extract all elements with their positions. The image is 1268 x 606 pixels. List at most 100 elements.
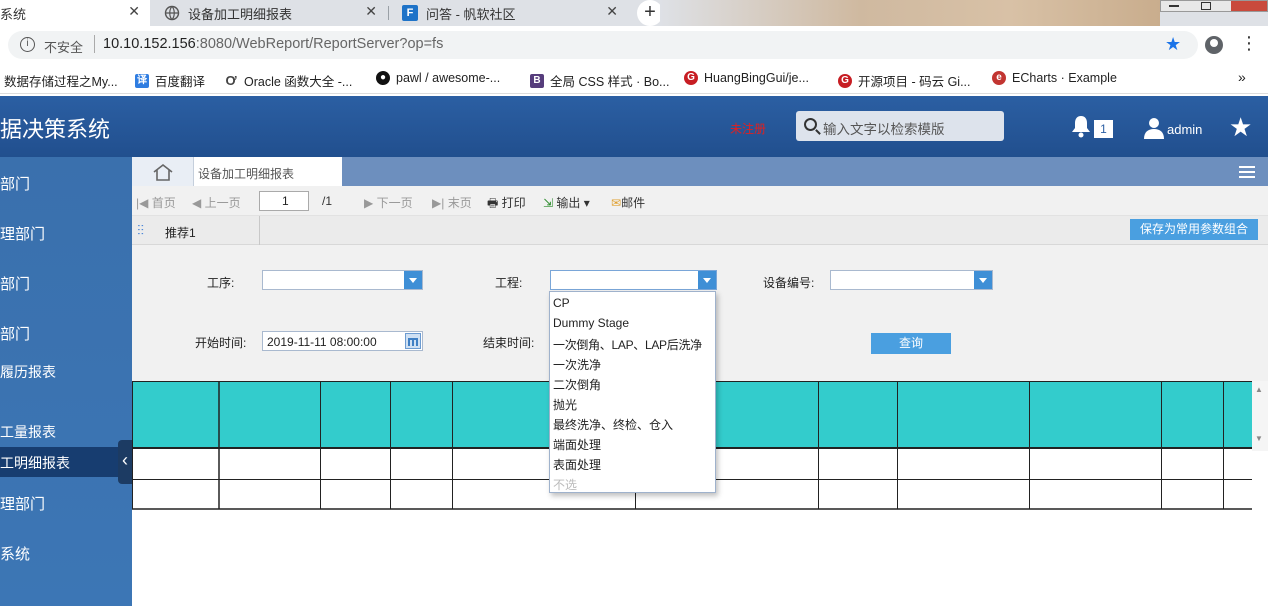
sidebar: 部门 理部门 部门 部门 履历报表 工量报表 工明细报表 理部门 系统 ‹: [0, 157, 132, 606]
email-button[interactable]: ✉邮件: [611, 194, 645, 211]
project-dropdown-list: CP Dummy Stage 一次倒角、LAP、LAP后洗净 一次洗净 二次倒角…: [549, 291, 716, 493]
report-tab-strip: 设备加工明细报表: [132, 157, 1268, 186]
sidebar-item-system[interactable]: 系统: [0, 543, 132, 565]
process-label: 工序:: [207, 276, 235, 290]
sidebar-item-dept-4[interactable]: 部门: [0, 323, 132, 345]
bookmark-item[interactable]: G 开源项目 - 码云 Gi...: [838, 71, 971, 90]
query-button[interactable]: 查询: [871, 333, 951, 354]
url-text: 10.10.152.156:8080/WebReport/ReportServe…: [103, 36, 444, 52]
sidebar-item-dept-3[interactable]: 部门: [0, 273, 132, 295]
save-param-combo-button[interactable]: 保存为常用参数组合: [1130, 219, 1258, 240]
bookmarks-bar: 数据存储过程之My... 译百度翻译 Ơ Oracle 函数大全 -... ● pa…: [0, 64, 1268, 94]
device-number-select[interactable]: [830, 270, 993, 290]
next-page-button[interactable]: ▶ 下一页: [364, 194, 413, 211]
dropdown-option[interactable]: 表面处理: [553, 456, 601, 473]
printer-icon: 🖶: [487, 196, 499, 210]
dropdown-option[interactable]: 最终洗净、终检、仓入: [553, 416, 673, 433]
template-search-input[interactable]: 输入文字以检索模版: [796, 111, 1004, 141]
tab-close-icon[interactable]: ✕: [365, 3, 377, 20]
tab-label: 系统: [0, 6, 27, 22]
tab-device-detail-report[interactable]: 设备加工明细报表: [194, 157, 342, 186]
sidebar-item-dept-2[interactable]: 理部门: [0, 223, 132, 245]
info-icon[interactable]: i: [20, 37, 35, 52]
dropdown-option[interactable]: CP: [553, 296, 570, 310]
dropdown-option[interactable]: 一次洗净: [553, 356, 601, 373]
chevron-down-icon[interactable]: [404, 271, 422, 289]
bookmark-star-icon[interactable]: ★: [1165, 34, 1181, 55]
bookmark-item[interactable]: ● pawl / awesome-...: [376, 71, 500, 85]
sidebar-item-detail-report[interactable]: 工明细报表: [0, 447, 132, 477]
oracle-icon: Ơ: [225, 72, 237, 88]
gitee-icon: G: [838, 73, 852, 88]
maximize-icon[interactable]: [1201, 2, 1211, 10]
sidebar-item-dept-5[interactable]: 理部门: [0, 493, 132, 515]
scroll-down-icon[interactable]: ▼: [1255, 434, 1263, 443]
prev-page-button[interactable]: ◀ 上一页: [192, 194, 241, 211]
chevron-down-icon[interactable]: [698, 271, 716, 289]
first-page-button[interactable]: |◀ 首页: [136, 194, 176, 211]
bookmark-item[interactable]: G HuangBingGui/je...: [684, 71, 809, 85]
process-select[interactable]: [262, 270, 423, 290]
security-label: 不安全: [44, 40, 84, 55]
sidebar-item-workload-report[interactable]: 工量报表: [0, 422, 132, 444]
last-page-button[interactable]: ▶| 末页: [432, 194, 472, 211]
favorites-star-icon[interactable]: ★: [1229, 112, 1252, 143]
browser-tab-1[interactable]: 系统 ✕: [0, 0, 150, 26]
dropdown-option[interactable]: 端面处理: [553, 436, 601, 453]
project-select[interactable]: [550, 270, 717, 290]
search-icon-handle: [815, 129, 821, 135]
profile-icon[interactable]: [1205, 36, 1223, 54]
bootstrap-icon: B: [530, 73, 544, 88]
bookmark-item[interactable]: 译百度翻译: [135, 71, 205, 90]
browser-tab-3[interactable]: F 问答 - 帆软社区 ✕: [390, 0, 628, 26]
chevron-down-icon[interactable]: [974, 271, 992, 289]
bell-icon[interactable]: [1070, 114, 1092, 141]
print-button[interactable]: 🖶 打印: [487, 194, 526, 215]
scroll-up-icon[interactable]: ▲: [1255, 385, 1263, 394]
tab-close-icon[interactable]: ✕: [128, 3, 140, 20]
github-icon: ●: [376, 71, 390, 85]
url-input[interactable]: i 不安全 10.10.152.156:8080/WebReport/Repor…: [8, 31, 1198, 59]
bookmark-item[interactable]: B 全局 CSS 样式 · Bo...: [530, 71, 669, 90]
dropdown-option[interactable]: 抛光: [553, 396, 577, 413]
device-number-label: 设备编号:: [763, 276, 815, 290]
page-total: /1: [322, 194, 333, 208]
search-placeholder: 输入文字以检索模版: [823, 122, 945, 137]
collapse-sidebar-button[interactable]: ‹: [118, 440, 132, 484]
sliders-icon[interactable]: ⫶⫶: [137, 222, 144, 239]
browser-tab-strip: 系统 ✕ 设备加工明细报表 ✕ F 问答 - 帆软社区 ✕ +: [0, 0, 1268, 26]
start-time-input[interactable]: 2019-11-11 08:00:00: [262, 331, 423, 351]
app-title: 据决策系统: [0, 117, 111, 142]
minimize-icon[interactable]: [1169, 5, 1179, 7]
app-header: 据决策系统 未注册 输入文字以检索模版 1 admin ★: [0, 96, 1268, 157]
bookmarks-more-button[interactable]: »: [1238, 69, 1246, 85]
tab-close-icon[interactable]: ✕: [606, 3, 618, 20]
bookmark-item[interactable]: 数据存储过程之My...: [4, 71, 118, 90]
user-name[interactable]: admin: [1167, 122, 1202, 137]
tab-label: 问答 - 帆软社区: [426, 6, 516, 22]
dropdown-option[interactable]: 一次倒角、LAP、LAP后洗净: [553, 336, 702, 353]
sidebar-item-history-report[interactable]: 履历报表: [0, 362, 132, 384]
divider: [259, 216, 260, 245]
window-controls: [1160, 0, 1268, 12]
hamburger-menu-icon[interactable]: [1239, 166, 1255, 168]
menu-kebab-icon[interactable]: ⋮: [1240, 34, 1258, 52]
calendar-icon[interactable]: [405, 333, 421, 349]
report-toolbar: |◀ 首页 ◀ 上一页 1 /1 ▶ 下一页 ▶| 末页 🖶 打印 ⇲ 输出 ▾…: [132, 186, 1268, 216]
dropdown-option-none[interactable]: 不选: [553, 476, 577, 493]
user-icon[interactable]: [1144, 117, 1164, 142]
sidebar-item-dept-1[interactable]: 部门: [0, 173, 132, 195]
export-button[interactable]: ⇲ 输出 ▾: [543, 194, 590, 211]
dropdown-option[interactable]: 二次倒角: [553, 376, 601, 393]
gitee-icon: G: [684, 71, 698, 85]
table-scrollbar[interactable]: ▲ ▼: [1252, 381, 1268, 451]
bookmark-item[interactable]: Ơ Oracle 函数大全 -...: [224, 71, 352, 90]
bookmark-item[interactable]: e ECharts · Example: [992, 71, 1117, 85]
dropdown-option[interactable]: Dummy Stage: [553, 316, 629, 330]
home-icon: [153, 163, 173, 181]
param-tab-recommended[interactable]: 推荐1: [165, 224, 196, 241]
home-tab[interactable]: [132, 157, 194, 186]
close-window-icon[interactable]: [1231, 1, 1267, 11]
browser-tab-2[interactable]: 设备加工明细报表 ✕: [152, 0, 387, 26]
page-number-input[interactable]: 1: [259, 191, 309, 211]
